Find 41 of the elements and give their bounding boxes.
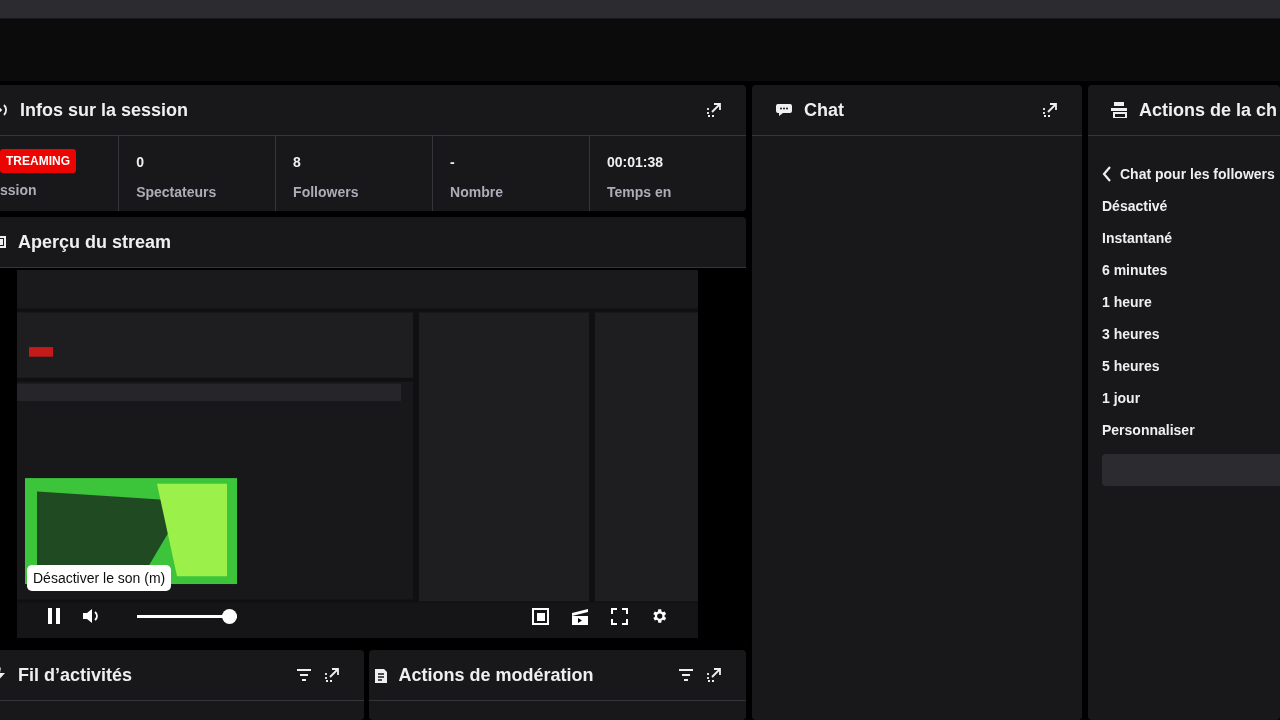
panel-title: Fil d’activités bbox=[18, 664, 134, 686]
menu-option[interactable]: Désactivé bbox=[1102, 190, 1280, 222]
panel-title: Aperçu du stream bbox=[18, 231, 173, 253]
menu-option[interactable]: Instantané bbox=[1102, 222, 1280, 254]
filter-icon[interactable] bbox=[295, 668, 312, 682]
menu-option[interactable]: Personnaliser bbox=[1102, 414, 1280, 446]
menu-option[interactable]: 1 jour bbox=[1102, 382, 1280, 414]
pop-out-icon[interactable] bbox=[1042, 102, 1058, 118]
pop-out-icon[interactable] bbox=[706, 102, 722, 118]
pause-button[interactable] bbox=[47, 608, 61, 624]
menu-option[interactable]: 6 minutes bbox=[1102, 254, 1280, 286]
stat-value: 0 bbox=[136, 154, 145, 170]
theater-mode-button[interactable] bbox=[571, 607, 589, 625]
actions-icon bbox=[1111, 102, 1127, 118]
panel-title: Actions de modération bbox=[398, 664, 595, 686]
pop-out-icon[interactable] bbox=[323, 667, 340, 683]
menu-option[interactable]: 5 heures bbox=[1102, 350, 1280, 382]
document-icon bbox=[374, 667, 387, 683]
stat-value: 8 bbox=[293, 154, 302, 170]
stat-value: - bbox=[450, 154, 456, 170]
stat-label: Spectateurs bbox=[136, 184, 218, 200]
chevron-left-icon bbox=[1102, 166, 1112, 182]
volume-button[interactable] bbox=[83, 608, 101, 624]
mini-player-button[interactable] bbox=[532, 607, 549, 625]
stat-label: ssion bbox=[0, 182, 38, 198]
panel-title: Infos sur la session bbox=[20, 99, 190, 121]
stat-label: Followers bbox=[293, 184, 360, 200]
panel-title: Chat bbox=[804, 99, 845, 121]
streaming-badge: TREAMING bbox=[0, 149, 76, 173]
stat-value: 00:01:38 bbox=[607, 154, 665, 170]
menu-option[interactable]: 1 heure bbox=[1102, 286, 1280, 318]
filter-icon[interactable] bbox=[678, 668, 694, 682]
back-button[interactable]: Chat pour les followers bbox=[1102, 162, 1280, 186]
pop-out-icon[interactable] bbox=[706, 667, 722, 683]
menu-option[interactable]: 3 heures bbox=[1102, 318, 1280, 350]
fullscreen-button[interactable] bbox=[611, 607, 628, 625]
chat-icon bbox=[776, 103, 792, 117]
panel-title: Actions de la ch bbox=[1139, 99, 1278, 121]
stat-label: Temps en bbox=[607, 184, 673, 200]
tooltip: Désactiver le son (m) bbox=[27, 565, 172, 591]
stat-label: Nombre bbox=[450, 184, 504, 200]
